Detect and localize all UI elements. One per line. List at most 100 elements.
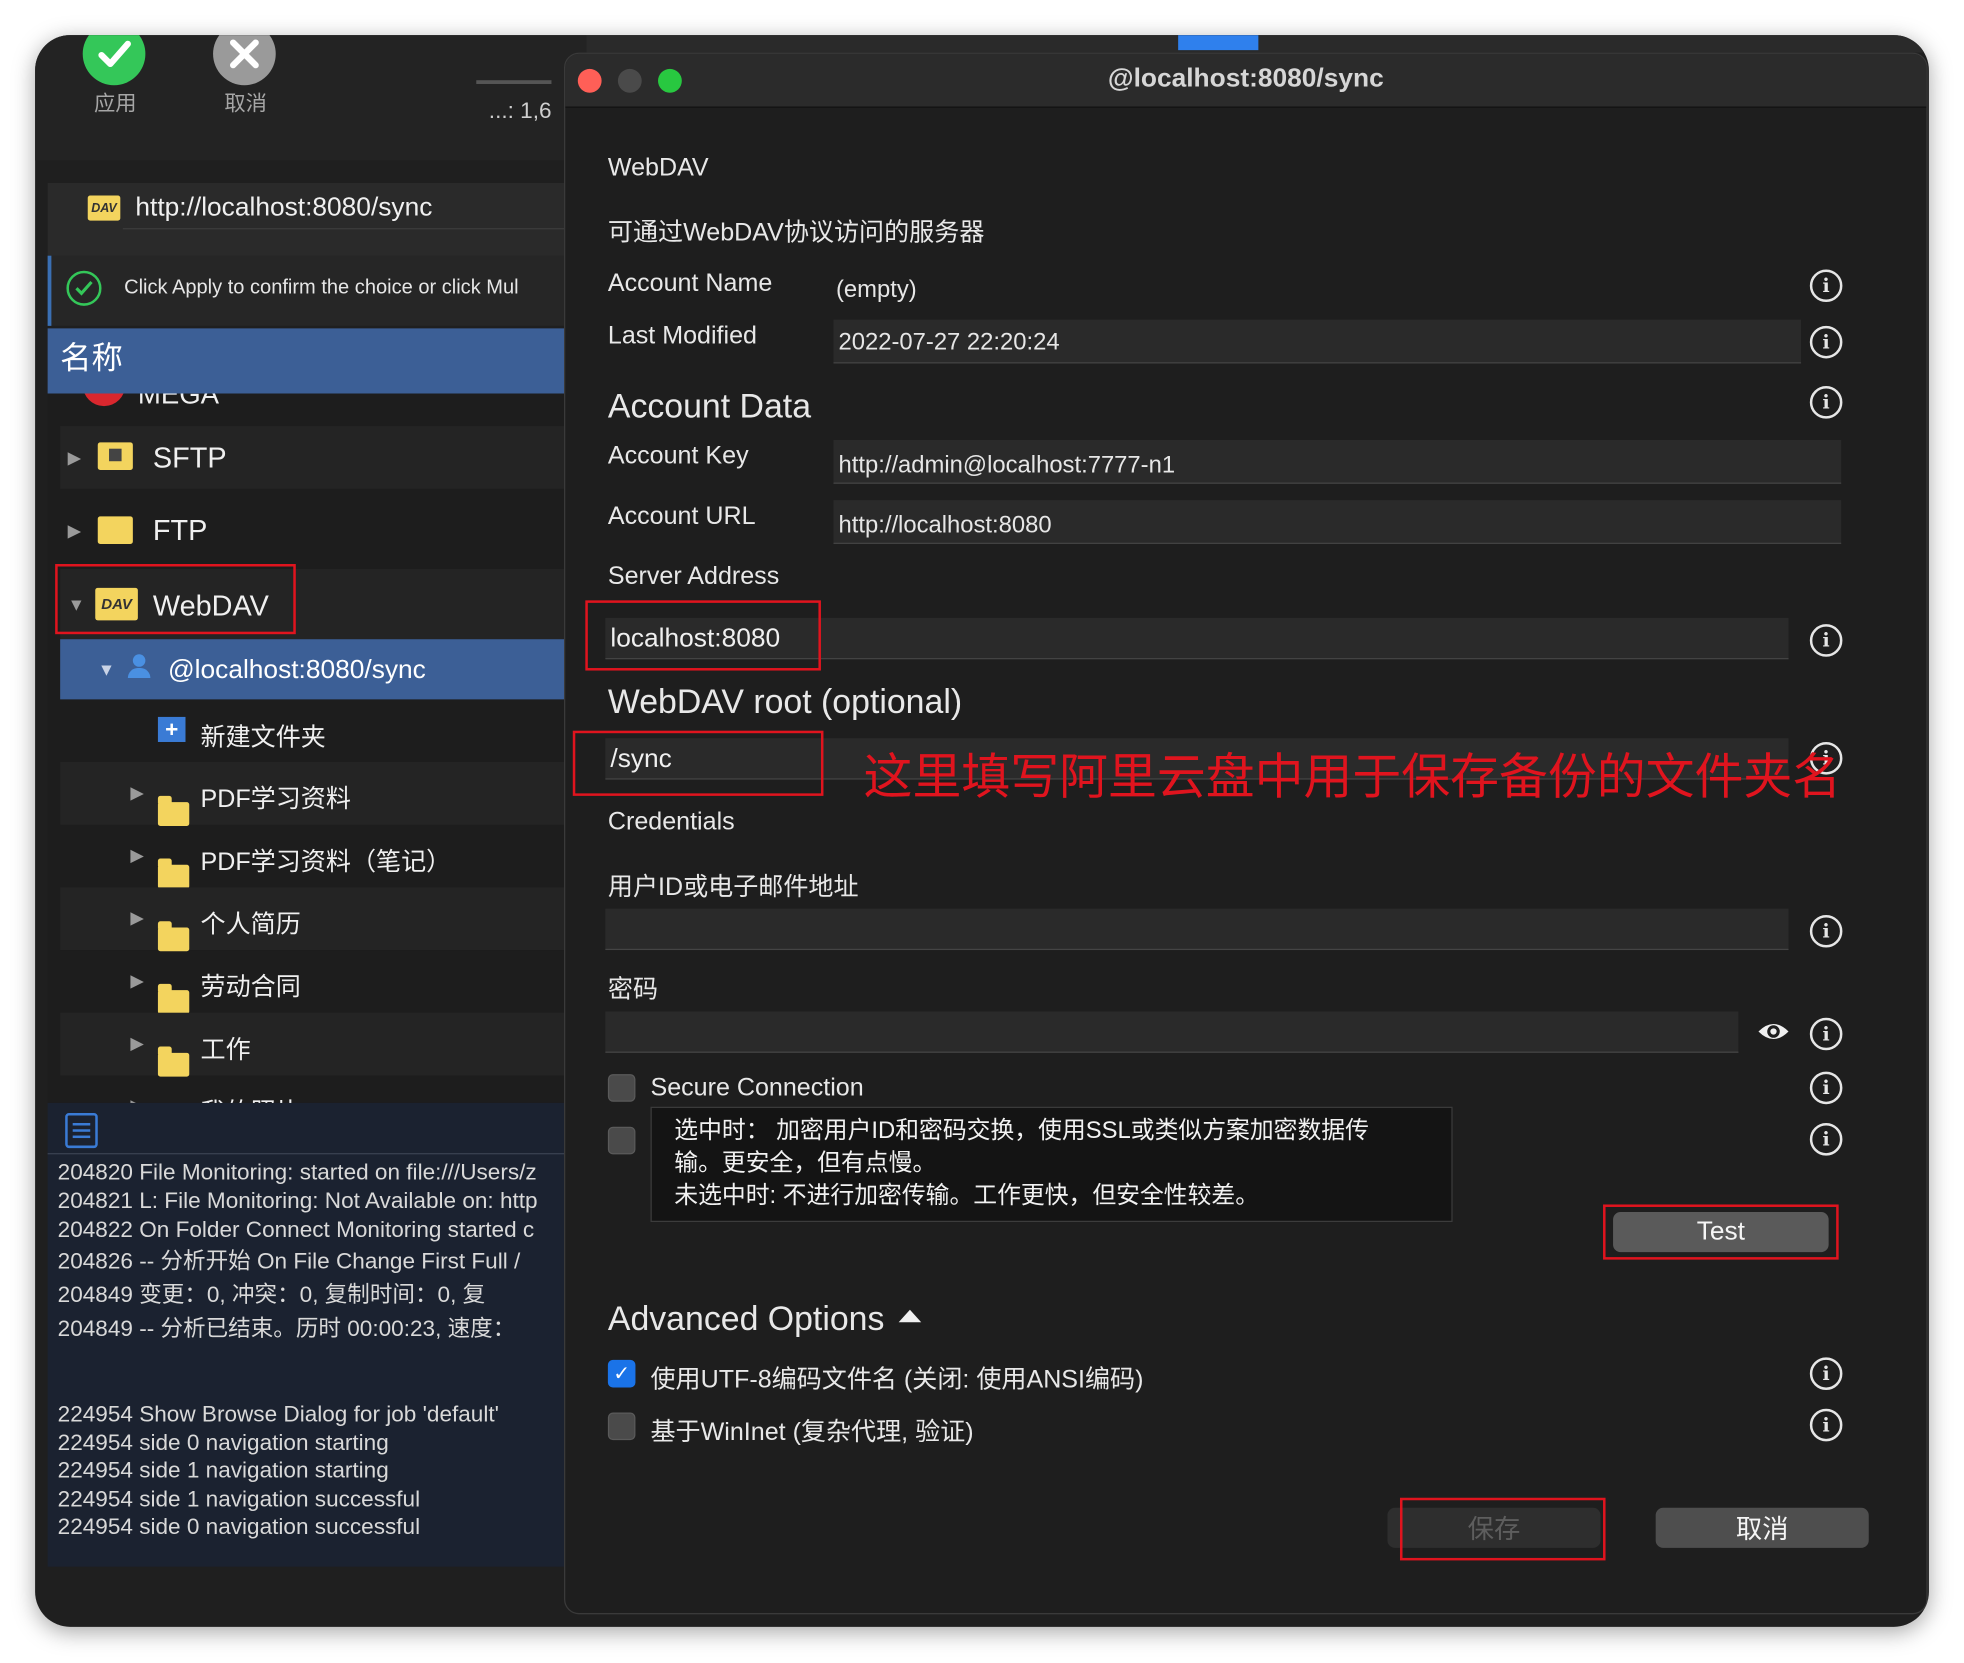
- utf8-checkbox[interactable]: ✓: [607, 1359, 636, 1388]
- log-panel: 204820 File Monitoring: started on file:…: [47, 1102, 587, 1567]
- info-icon[interactable]: i: [1809, 269, 1843, 303]
- user-id-label: 用户ID或电子邮件地址: [607, 873, 859, 902]
- password-label: 密码: [607, 976, 659, 1004]
- expand-triangle-icon: ▶: [67, 519, 82, 540]
- log-divider: [47, 1153, 587, 1155]
- log-line: 204821 L: File Monitoring: Not Available…: [57, 1188, 538, 1214]
- secure-connection-checkbox[interactable]: [607, 1074, 636, 1102]
- info-icon[interactable]: i: [1809, 1408, 1843, 1442]
- folder-icon: [157, 920, 190, 951]
- last-modified-field: 2022-07-27 22:20:24: [833, 319, 1802, 364]
- dialog-titlebar: @localhost:8080/sync: [565, 53, 1927, 108]
- tree-item-label: 我的照片: [201, 1092, 301, 1103]
- annotation-text: 这里填写阿里云盘中用于保存备份的文件夹名: [863, 750, 1842, 805]
- info-icon[interactable]: i: [1809, 1071, 1843, 1105]
- tree-item-label: 新建文件夹: [200, 724, 326, 753]
- log-line: 224954 Show Browse Dialog for job 'defau…: [57, 1401, 499, 1427]
- last-modified-value: 2022-07-27 22:20:24: [838, 329, 1060, 356]
- server-address-highlight-box: [585, 600, 821, 671]
- account-key-field[interactable]: http://admin@localhost:7777-n1: [833, 439, 1842, 484]
- password-input[interactable]: [605, 1011, 1739, 1053]
- tree-item-label: PDF学习资料: [200, 785, 351, 814]
- save-highlight-box: [1399, 1497, 1606, 1561]
- tree-item-ftp[interactable]: ▶ FTP: [60, 499, 586, 562]
- webdav-root-highlight-box: [572, 730, 824, 796]
- tree-item-folder[interactable]: ▶ 工作: [60, 1012, 587, 1077]
- advanced-options-title[interactable]: Advanced Options: [608, 1300, 885, 1339]
- account-url-field[interactable]: http://localhost:8080: [833, 500, 1842, 544]
- wininet-checkbox[interactable]: [607, 1412, 636, 1441]
- tree-item-label: @localhost:8080/sync: [167, 655, 426, 685]
- account-key-label: Account Key: [607, 442, 749, 471]
- utf8-label: 使用UTF-8编码文件名 (关闭: 使用ANSI编码): [650, 1366, 1144, 1394]
- tree-item-folder[interactable]: ▶ PDF学习资料: [60, 762, 587, 826]
- user-icon: [127, 654, 151, 679]
- collapse-up-icon[interactable]: [898, 1309, 922, 1323]
- info-icon[interactable]: i: [1809, 1357, 1843, 1390]
- tree-item-folder[interactable]: ▶ PDF学习资料（笔记）: [60, 825, 586, 888]
- hint-text: Click Apply to confirm the choice or cli…: [124, 276, 519, 299]
- account-url-label: Account URL: [607, 502, 756, 531]
- server-address-label: Server Address: [607, 562, 780, 591]
- log-line: 204822 On Folder Connect Monitoring star…: [57, 1217, 535, 1243]
- info-icon[interactable]: i: [1809, 624, 1843, 657]
- credentials-label: Credentials: [607, 808, 735, 836]
- info-icon[interactable]: i: [1809, 325, 1843, 359]
- cancel-toolbar-button[interactable]: 取消: [213, 35, 288, 123]
- collapse-triangle-icon: ▼: [97, 659, 116, 680]
- webdav-root-title: WebDAV root (optional): [607, 683, 963, 721]
- expand-triangle-icon: ▶: [130, 907, 144, 928]
- log-line: 224954 side 1 navigation starting: [57, 1457, 389, 1483]
- service-name: WebDAV: [607, 154, 709, 182]
- document-icon: [65, 1112, 98, 1149]
- secure-connection-tooltip: 选中时： 加密用户ID和密码交换，使用SSL或类似方案加密数据传 输。更安全，但…: [650, 1106, 1453, 1223]
- close-icon: [213, 35, 276, 86]
- user-id-input[interactable]: [605, 908, 1789, 951]
- tree-item-account[interactable]: ▼ @localhost:8080/sync: [60, 639, 587, 700]
- item-counter: ...: 1,6: [488, 97, 552, 123]
- info-icon[interactable]: i: [1809, 386, 1843, 419]
- path-url: http://localhost:8080/sync: [135, 193, 433, 222]
- folder-icon: [157, 795, 190, 826]
- secure-connection-label: Secure Connection: [650, 1074, 864, 1102]
- tree-item-new-folder[interactable]: + 新建文件夹: [60, 699, 586, 762]
- tree-item-sftp[interactable]: ▶ SFTP: [60, 426, 587, 489]
- info-icon[interactable]: i: [1809, 1017, 1843, 1051]
- tree-item-folder[interactable]: ▶ 劳动合同: [60, 950, 586, 1014]
- expand-triangle-icon: ▶: [130, 1095, 153, 1103]
- log-line: 204826 -- 分析开始 On File Change First Full…: [57, 1248, 521, 1274]
- tree-item-folder[interactable]: ▶ 我的照片: [60, 1075, 586, 1103]
- secondary-checkbox[interactable]: [607, 1126, 636, 1155]
- folder-icon: [157, 1045, 190, 1077]
- service-description: 可通过WebDAV协议访问的服务器: [607, 219, 985, 247]
- account-data-title: Account Data: [607, 387, 812, 425]
- tree-view[interactable]: MEGA ▶ SFTP ▶ FTP ▼ DAV WebDAV ▼ @localh…: [47, 393, 587, 1103]
- account-dialog: @localhost:8080/sync WebDAV 可通过WebDAV协议访…: [564, 52, 1928, 1615]
- main-toolbar: 应用 取消 ...: 1,6: [35, 35, 587, 161]
- show-password-eye-icon[interactable]: [1756, 1016, 1791, 1046]
- last-modified-label: Last Modified: [607, 322, 757, 350]
- log-line: 204849 变更：0, 冲突：0, 复制时间：0, 复: [57, 1282, 486, 1308]
- dav-icon: DAV: [87, 195, 121, 221]
- hint-bar: Click Apply to confirm the choice or cli…: [47, 255, 591, 326]
- folder-icon: [157, 857, 190, 888]
- webdav-highlight-box: [55, 564, 296, 635]
- log-line: 224954 side 1 navigation successful: [57, 1486, 421, 1512]
- check-circle-icon: [66, 270, 102, 306]
- log-line: 224954 side 0 navigation successful: [57, 1514, 421, 1540]
- background-tab-indicator: [1178, 35, 1259, 51]
- account-name-label: Account Name: [607, 269, 773, 298]
- tree-item-folder[interactable]: ▶ 个人简历: [60, 887, 587, 951]
- cancel-button[interactable]: 取消: [1655, 1507, 1869, 1548]
- expand-triangle-icon: ▶: [67, 446, 82, 467]
- apply-button[interactable]: 应用: [82, 35, 158, 123]
- info-icon[interactable]: i: [1809, 914, 1843, 948]
- checkmark-icon: [82, 35, 146, 86]
- tree-item-label: FTP: [152, 513, 208, 547]
- info-icon[interactable]: i: [1809, 1123, 1843, 1156]
- tree-header[interactable]: 名称: [47, 328, 587, 394]
- folder-icon: [157, 983, 190, 1014]
- new-folder-icon: +: [157, 716, 186, 742]
- tree-item-label: PDF学习资料（笔记）: [200, 848, 452, 877]
- tree-item-label: 工作: [200, 1036, 251, 1065]
